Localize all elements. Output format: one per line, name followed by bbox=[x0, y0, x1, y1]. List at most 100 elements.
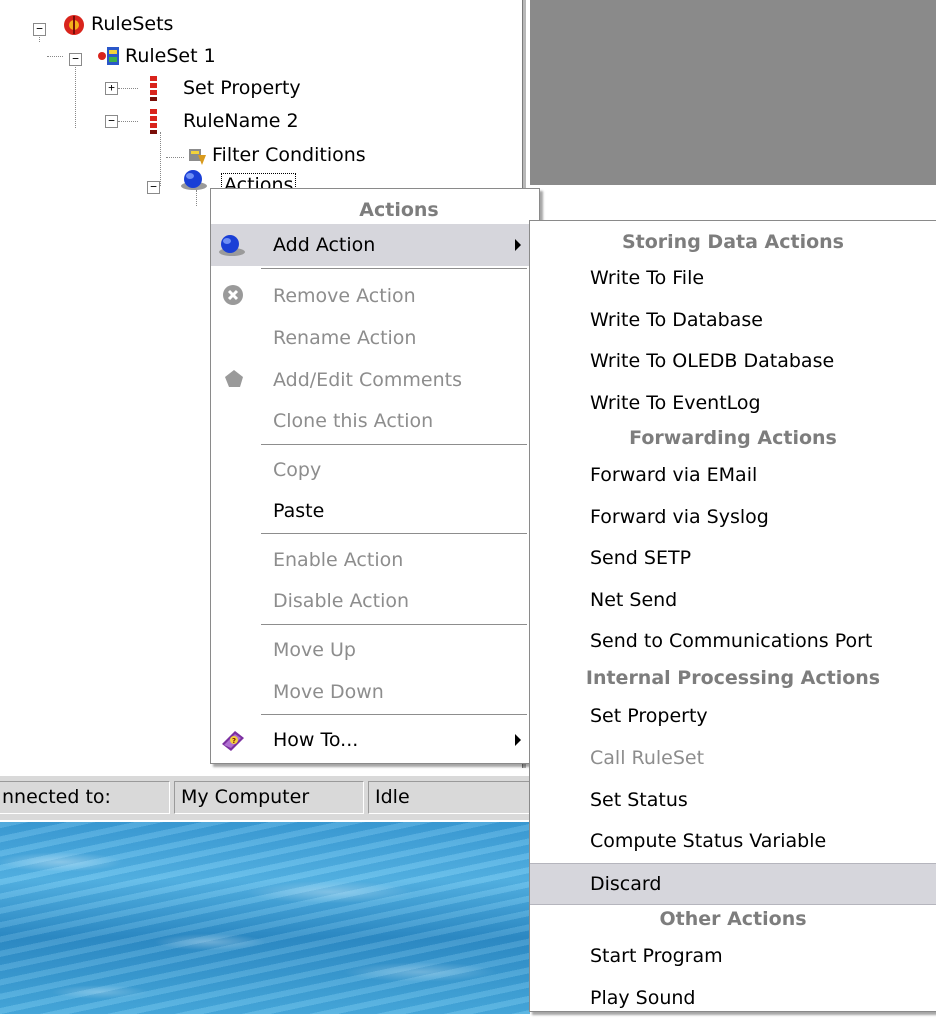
details-pane bbox=[530, 0, 936, 185]
tree-connector bbox=[160, 132, 161, 186]
status-computer: My Computer bbox=[174, 781, 364, 814]
menu-item-label: Write To EventLog bbox=[590, 392, 761, 414]
tree-item-label: RuleName 2 bbox=[183, 110, 299, 132]
tree-item-filter-conditions[interactable]: Filter Conditions bbox=[210, 142, 368, 168]
submenu-header-internal: Internal Processing Actions bbox=[585, 667, 881, 689]
submenu-item-set-status[interactable]: Set Status bbox=[530, 779, 936, 821]
submenu-item-play-sound[interactable]: Play Sound bbox=[530, 977, 936, 1019]
submenu-item-call-ruleset[interactable]: Call RuleSet bbox=[530, 737, 936, 779]
add-action-icon bbox=[217, 232, 247, 263]
submenu-item-write-to-database[interactable]: Write To Database bbox=[530, 299, 936, 341]
collapse-toggle[interactable]: − bbox=[147, 181, 160, 194]
collapse-toggle[interactable]: − bbox=[105, 115, 118, 128]
desktop-wallpaper bbox=[0, 822, 530, 1014]
tree-connector bbox=[75, 58, 76, 128]
rule-icon bbox=[146, 107, 160, 140]
menu-item-label: Set Property bbox=[590, 705, 708, 727]
submenu-item-send-comm-port[interactable]: Send to Communications Port bbox=[530, 620, 936, 662]
menu-separator bbox=[261, 268, 527, 270]
menu-item-paste[interactable]: Paste bbox=[211, 490, 539, 532]
menu-item-label: Copy bbox=[273, 459, 322, 481]
menu-item-label: Remove Action bbox=[273, 285, 416, 307]
menu-item-label: Write To File bbox=[590, 267, 705, 289]
expand-toggle[interactable]: + bbox=[105, 82, 118, 95]
tree-item-rulename-2[interactable]: RuleName 2 bbox=[181, 108, 301, 134]
menu-item-rename-action[interactable]: Rename Action bbox=[211, 317, 539, 359]
menu-item-label: Forward via EMail bbox=[590, 464, 758, 486]
menu-item-label: Discard bbox=[590, 873, 662, 895]
tree-item-rulesets[interactable]: RuleSets bbox=[89, 11, 175, 37]
menu-item-remove-action[interactable]: Remove Action bbox=[211, 275, 539, 317]
submenu-item-write-to-oledb[interactable]: Write To OLEDB Database bbox=[530, 340, 936, 382]
menu-item-label: Send SETP bbox=[590, 547, 692, 569]
tree-connector bbox=[47, 56, 63, 57]
menu-item-label: How To... bbox=[273, 729, 359, 751]
svg-text:?: ? bbox=[232, 737, 236, 745]
tree-item-ruleset-1[interactable]: RuleSet 1 bbox=[123, 43, 218, 69]
actions-context-menu: Actions Add Action Remove Action Rename … bbox=[210, 188, 540, 764]
menu-item-label: Add/Edit Comments bbox=[273, 369, 463, 391]
menu-separator bbox=[261, 444, 527, 446]
menu-separator bbox=[261, 533, 527, 535]
collapse-toggle[interactable]: − bbox=[69, 53, 82, 66]
submenu-item-write-to-file[interactable]: Write To File bbox=[530, 257, 936, 299]
menu-item-move-up[interactable]: Move Up bbox=[211, 629, 539, 671]
submenu-item-forward-email[interactable]: Forward via EMail bbox=[530, 454, 936, 496]
menu-item-label: Write To Database bbox=[590, 309, 763, 331]
comment-icon bbox=[221, 367, 247, 396]
submenu-item-send-setp[interactable]: Send SETP bbox=[530, 537, 936, 579]
menu-item-label: Play Sound bbox=[590, 987, 696, 1009]
menu-item-label: Enable Action bbox=[273, 549, 404, 571]
menu-item-clone-action[interactable]: Clone this Action bbox=[211, 400, 539, 442]
menu-item-label: Call RuleSet bbox=[590, 747, 705, 769]
menu-item-add-edit-comments[interactable]: Add/Edit Comments bbox=[211, 359, 539, 401]
menu-item-label: Rename Action bbox=[273, 327, 417, 349]
help-book-icon: ? bbox=[219, 726, 247, 759]
menu-item-copy[interactable]: Copy bbox=[211, 449, 539, 491]
submenu-header-other: Other Actions bbox=[659, 908, 807, 930]
submenu-item-net-send[interactable]: Net Send bbox=[530, 579, 936, 621]
menu-item-label: Set Status bbox=[590, 789, 688, 811]
menu-item-how-to[interactable]: ? How To... bbox=[211, 719, 539, 761]
rule-icon bbox=[146, 74, 160, 107]
menu-item-label: Compute Status Variable bbox=[590, 830, 827, 852]
menu-item-label: Clone this Action bbox=[273, 410, 434, 432]
status-bar: nnected to: My Computer Idle bbox=[0, 775, 530, 820]
submenu-item-compute-status[interactable]: Compute Status Variable bbox=[530, 820, 936, 862]
menu-item-label: Move Down bbox=[273, 681, 384, 703]
menu-item-enable-action[interactable]: Enable Action bbox=[211, 539, 539, 581]
menu-item-label: Move Up bbox=[273, 639, 356, 661]
ruleset-icon bbox=[95, 44, 121, 73]
submenu-item-start-program[interactable]: Start Program bbox=[530, 935, 936, 977]
tree-item-set-property[interactable]: Set Property bbox=[181, 75, 303, 101]
menu-item-disable-action[interactable]: Disable Action bbox=[211, 580, 539, 622]
menu-header: Actions bbox=[359, 199, 439, 221]
menu-item-label: Start Program bbox=[590, 945, 723, 967]
menu-item-label: Add Action bbox=[273, 234, 376, 256]
menu-item-label: Write To OLEDB Database bbox=[590, 350, 835, 372]
submenu-item-discard[interactable]: Discard bbox=[530, 863, 936, 905]
submenu-item-forward-syslog[interactable]: Forward via Syslog bbox=[530, 496, 936, 538]
menu-item-label: Send to Communications Port bbox=[590, 630, 873, 652]
status-connection-label: nnected to: bbox=[0, 781, 170, 814]
tree-item-label: Filter Conditions bbox=[212, 144, 366, 166]
menu-separator bbox=[261, 624, 527, 626]
submenu-item-set-property[interactable]: Set Property bbox=[530, 695, 936, 737]
tree-item-label: RuleSets bbox=[91, 13, 174, 35]
submenu-arrow-icon bbox=[515, 239, 521, 251]
actions-globe-icon bbox=[180, 168, 210, 197]
add-action-submenu: Storing Data Actions Write To File Write… bbox=[529, 220, 936, 1012]
menu-item-add-action[interactable]: Add Action bbox=[211, 224, 539, 266]
submenu-arrow-icon bbox=[515, 734, 521, 746]
menu-item-label: Forward via Syslog bbox=[590, 506, 769, 528]
tree-item-label: RuleSet 1 bbox=[125, 45, 216, 67]
menu-item-label: Net Send bbox=[590, 589, 678, 611]
submenu-header-storing: Storing Data Actions bbox=[621, 231, 844, 253]
tree-connector bbox=[118, 88, 138, 89]
tree-connector bbox=[166, 157, 184, 158]
menu-separator bbox=[261, 714, 527, 716]
submenu-item-write-to-eventlog[interactable]: Write To EventLog bbox=[530, 382, 936, 424]
menu-item-move-down[interactable]: Move Down bbox=[211, 671, 539, 713]
submenu-header-forwarding: Forwarding Actions bbox=[629, 427, 837, 449]
collapse-toggle[interactable]: − bbox=[33, 23, 46, 36]
